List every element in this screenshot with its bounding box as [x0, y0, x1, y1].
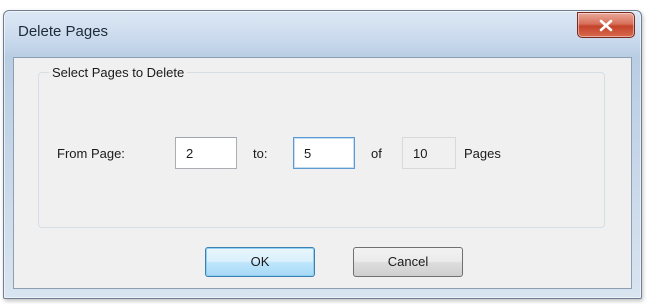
dialog-title: Delete Pages [18, 23, 109, 40]
pages-label: Pages [464, 146, 501, 161]
from-page-input[interactable] [175, 137, 237, 169]
cancel-button[interactable]: Cancel [353, 247, 463, 277]
close-button[interactable] [577, 12, 635, 38]
ok-button[interactable]: OK [205, 247, 315, 277]
close-x-icon [599, 19, 613, 32]
delete-pages-dialog: Delete Pages Select Pages to Delete From… [3, 10, 642, 299]
title-bar[interactable]: Delete Pages [4, 11, 641, 55]
dialog-body: Select Pages to Delete From Page: to: of… [13, 57, 632, 289]
group-title: Select Pages to Delete [49, 65, 188, 80]
total-pages-field [402, 137, 456, 169]
from-page-label: From Page: [57, 146, 125, 161]
to-page-input[interactable] [293, 137, 355, 169]
to-label: to: [253, 146, 268, 161]
select-pages-group: Select Pages to Delete From Page: to: of… [38, 65, 605, 228]
of-label: of [371, 146, 382, 161]
